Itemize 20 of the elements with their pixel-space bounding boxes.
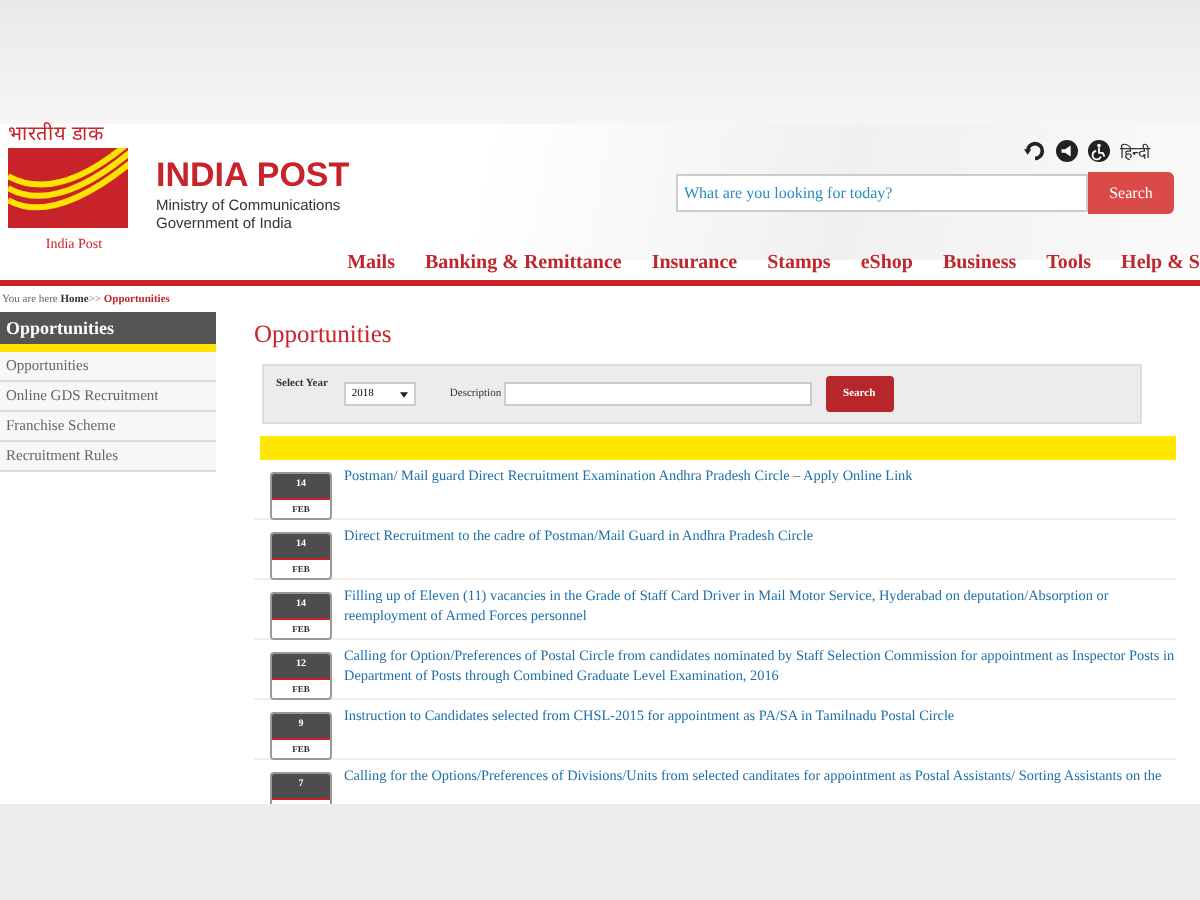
nav-link[interactable]: Stamps bbox=[767, 246, 831, 280]
wheelchair-icon[interactable] bbox=[1088, 139, 1110, 161]
refresh-icon[interactable] bbox=[1024, 139, 1046, 161]
brand-name: INDIA POST bbox=[156, 156, 350, 196]
nav-link[interactable]: Insurance bbox=[651, 246, 738, 280]
nav-link[interactable]: Business bbox=[942, 246, 1017, 280]
search-button[interactable]: Search bbox=[1088, 172, 1174, 214]
speaker-icon[interactable] bbox=[1056, 139, 1078, 161]
logo-hindi-text: भारतीय डाक bbox=[8, 124, 107, 148]
nav-link[interactable]: Tools bbox=[1046, 246, 1092, 280]
dropdown-caret-icon bbox=[399, 391, 408, 397]
nav-link[interactable]: Mails bbox=[347, 246, 395, 280]
nav-link[interactable]: Help & S bbox=[1121, 246, 1200, 280]
nav-link[interactable]: Banking & Remittance bbox=[424, 246, 622, 280]
language-link[interactable]: हिन्दी bbox=[1120, 139, 1150, 161]
nav-link[interactable]: eShop bbox=[860, 246, 913, 280]
page-title: Opportunities bbox=[254, 318, 394, 350]
description-field[interactable] bbox=[503, 382, 812, 406]
search-field[interactable]: What are you looking for today? bbox=[676, 174, 1088, 212]
sidebar-title: Opportunities bbox=[0, 312, 216, 352]
